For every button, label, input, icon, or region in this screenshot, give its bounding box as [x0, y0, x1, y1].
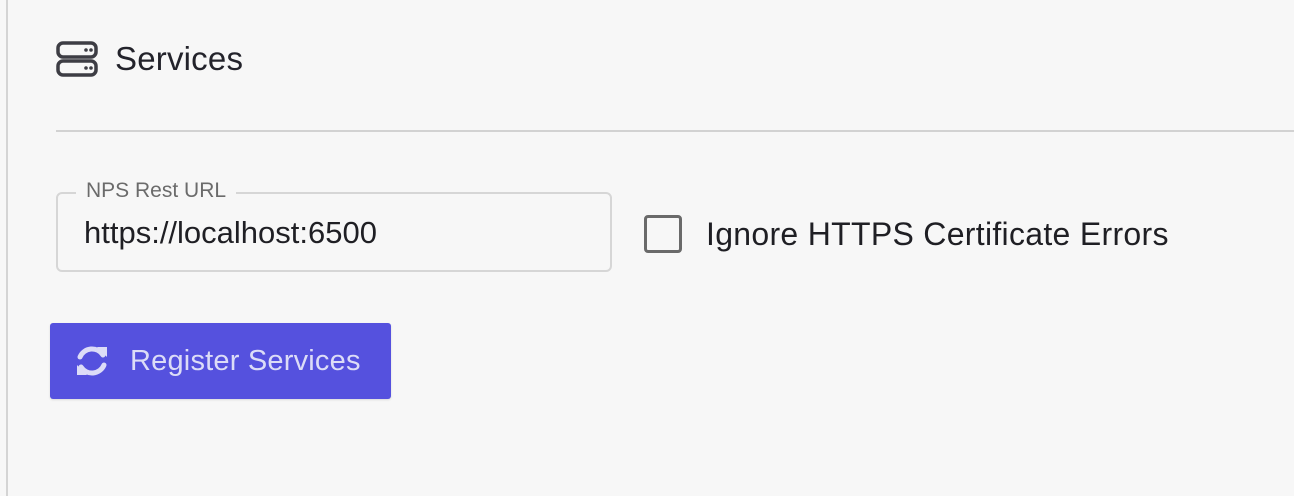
nps-rest-url-label: NPS Rest URL	[76, 178, 237, 204]
section-title: Services	[115, 40, 244, 77]
ignore-https-label: Ignore HTTPS Certificate Errors	[706, 215, 1169, 252]
nps-rest-url-input[interactable]	[84, 212, 584, 254]
ignore-https-checkbox[interactable]	[644, 215, 682, 253]
ignore-https-checkbox-row[interactable]: Ignore HTTPS Certificate Errors	[644, 214, 1169, 254]
register-services-label: Register Services	[130, 344, 361, 377]
server-stack-icon	[55, 40, 99, 78]
services-page: Services NPS Rest URL Ignore HTTPS Certi…	[0, 0, 1294, 496]
register-services-button[interactable]: Register Services	[50, 323, 391, 399]
refresh-icon	[72, 341, 112, 381]
section-header: Services	[55, 36, 243, 82]
left-panel-border	[6, 0, 8, 496]
nps-rest-url-field: NPS Rest URL	[56, 178, 612, 272]
section-divider	[56, 130, 1294, 132]
